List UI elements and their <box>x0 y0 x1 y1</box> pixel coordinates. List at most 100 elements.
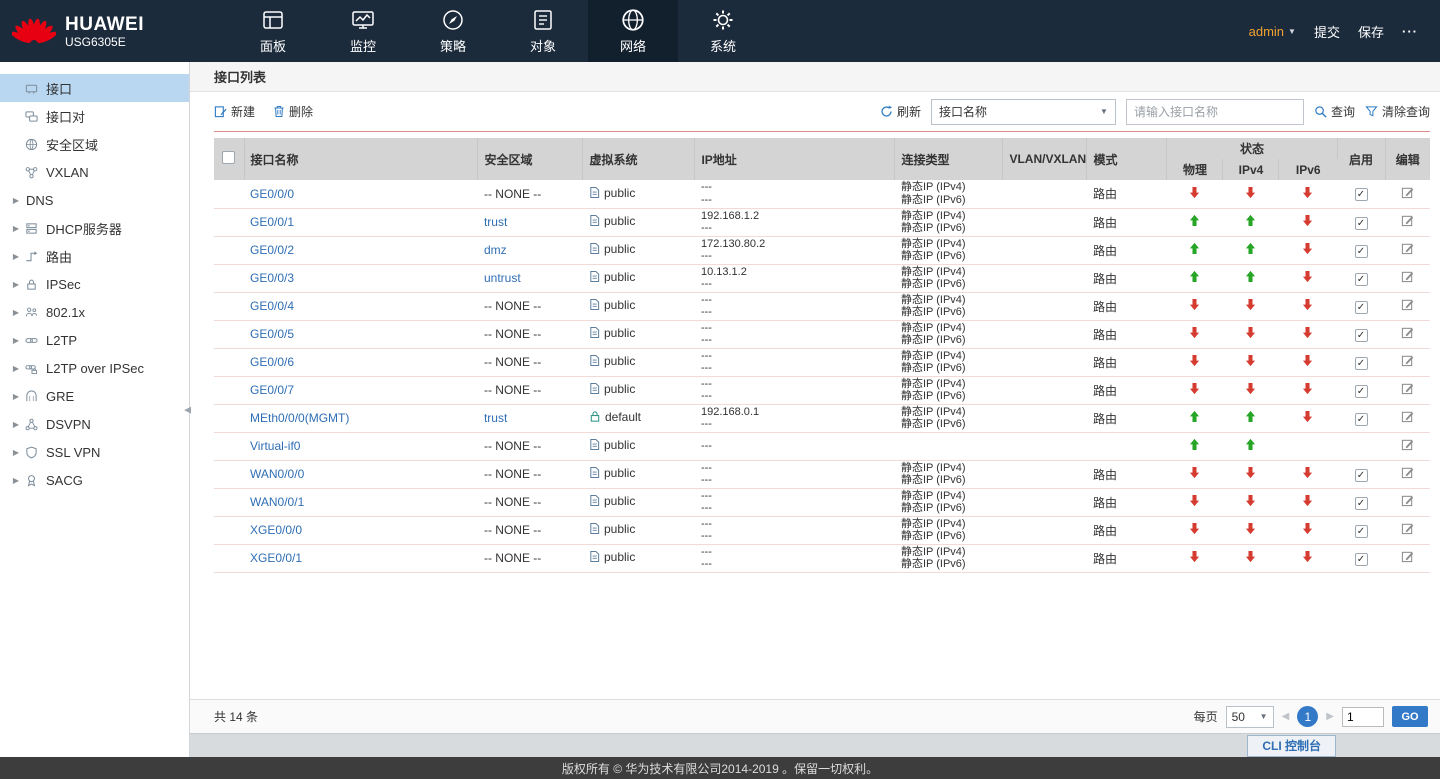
enable-checkbox[interactable]: ✓ <box>1354 188 1368 202</box>
sidebar-item-dot1x[interactable]: ▶ 802.1x <box>0 298 189 326</box>
enable-checkbox[interactable]: ✓ <box>1354 216 1368 230</box>
enable-checkbox[interactable]: ✓ <box>1354 412 1368 426</box>
route-icon <box>24 250 39 263</box>
submit-button[interactable]: 提交 <box>1314 22 1340 41</box>
enable-checkbox[interactable]: ✓ <box>1354 524 1368 538</box>
zone-link[interactable]: untrust <box>484 271 521 285</box>
more-menu-button[interactable]: ··· <box>1402 24 1418 39</box>
prev-page-icon[interactable]: ◀ <box>1282 711 1290 722</box>
edit-icon[interactable] <box>1401 270 1414 283</box>
edit-icon[interactable] <box>1401 550 1414 563</box>
nav-item-network[interactable]: 网络 <box>588 0 678 62</box>
interface-name-link[interactable]: Virtual-if0 <box>250 439 300 453</box>
per-page-select[interactable]: 50 ▼ <box>1225 705 1274 728</box>
interface-name-link[interactable]: GE0/0/3 <box>250 271 294 285</box>
select-all-checkbox[interactable] <box>222 151 236 164</box>
interface-name-link[interactable]: GE0/0/2 <box>250 243 294 257</box>
filter-field-select[interactable]: 接口名称 ▼ <box>930 98 1116 125</box>
page-goto-input[interactable] <box>1342 706 1384 727</box>
enable-checkbox[interactable]: ✓ <box>1354 496 1368 510</box>
edit-icon[interactable] <box>1401 326 1414 339</box>
sidebar-collapse-icon[interactable]: ◀ <box>184 404 191 415</box>
edit-icon[interactable] <box>1401 438 1414 451</box>
interface-name-link[interactable]: XGE0/0/1 <box>250 551 302 565</box>
enable-checkbox[interactable]: ✓ <box>1354 300 1368 314</box>
ipv4-status-cell <box>1222 348 1279 377</box>
vlan-cell <box>1002 488 1087 517</box>
connection-type-cell: 静态IP (IPv4) 静态IP (IPv6) <box>894 236 1003 265</box>
edit-icon[interactable] <box>1401 494 1414 507</box>
interface-search-input[interactable] <box>1125 98 1304 125</box>
sidebar-item-route[interactable]: ▶ 路由 <box>0 242 189 270</box>
edit-icon[interactable] <box>1401 522 1414 535</box>
edit-icon[interactable] <box>1401 242 1414 255</box>
zone-link[interactable]: dmz <box>484 243 507 257</box>
row-select-cell <box>214 180 244 209</box>
delete-button[interactable]: 删除 <box>273 103 313 120</box>
clear-query-button[interactable]: 清除查询 <box>1365 103 1430 120</box>
sidebar-item-ipsec[interactable]: ▶ IPSec <box>0 270 189 298</box>
sidebar-item-dsvpn[interactable]: ▶ DSVPN <box>0 410 189 438</box>
cli-console-button[interactable]: CLI 控制台 <box>1247 734 1336 757</box>
nav-item-label: 策略 <box>439 39 466 54</box>
edit-icon[interactable] <box>1401 214 1414 227</box>
expand-arrow-icon: ▶ <box>12 447 20 457</box>
enable-checkbox[interactable]: ✓ <box>1354 328 1368 342</box>
go-button[interactable]: GO <box>1392 706 1428 727</box>
sidebar-item-interface-pair[interactable]: 接口对 <box>0 102 189 130</box>
user-menu[interactable]: admin ▼ <box>1249 24 1296 39</box>
interface-name-link[interactable]: GE0/0/0 <box>250 187 294 201</box>
enable-checkbox[interactable]: ✓ <box>1354 244 1368 258</box>
enable-checkbox[interactable]: ✓ <box>1354 552 1368 566</box>
query-button[interactable]: 查询 <box>1314 103 1355 120</box>
sidebar-item-interface[interactable]: 接口 <box>0 74 189 102</box>
next-page-icon[interactable]: ▶ <box>1326 711 1334 722</box>
sidebar-item-ssl-vpn[interactable]: ▶ SSL VPN <box>0 438 189 466</box>
interface-name-link[interactable]: GE0/0/6 <box>250 355 294 369</box>
nav-item-policy[interactable]: 策略 <box>408 0 498 62</box>
zone-link[interactable]: trust <box>484 411 507 425</box>
sidebar-item-dns[interactable]: ▶ DNS <box>0 186 189 214</box>
nav-item-monitor[interactable]: 监控 <box>318 0 408 62</box>
edit-icon[interactable] <box>1401 298 1414 311</box>
zone-link[interactable]: trust <box>484 215 507 229</box>
up-arrow-icon <box>1245 438 1256 451</box>
interface-name-link[interactable]: GE0/0/5 <box>250 327 294 341</box>
current-page-button[interactable]: 1 <box>1297 706 1319 727</box>
enable-checkbox[interactable]: ✓ <box>1354 356 1368 370</box>
interface-name-link[interactable]: WAN0/0/1 <box>250 495 304 509</box>
col-mode: 模式 <box>1086 138 1168 180</box>
nav-item-object[interactable]: 对象 <box>498 0 588 62</box>
edit-icon[interactable] <box>1401 410 1414 423</box>
nav-item-system[interactable]: 系统 <box>678 0 768 62</box>
enable-checkbox[interactable]: ✓ <box>1354 272 1368 286</box>
edit-icon[interactable] <box>1401 466 1414 479</box>
top-navbar: HUAWEI USG6305E 面板 监控 策略 对象 网络 系统 admin ▼ 提交 … <box>0 0 1440 62</box>
interface-name-link[interactable]: GE0/0/7 <box>250 383 294 397</box>
edit-icon[interactable] <box>1401 354 1414 367</box>
sidebar-item-l2tp-over-ipsec[interactable]: ▶ L2TP over IPSec <box>0 354 189 382</box>
sidebar-item-security-zone[interactable]: 安全区域 <box>0 130 189 158</box>
enable-checkbox[interactable]: ✓ <box>1354 468 1368 482</box>
nav-item-dashboard[interactable]: 面板 <box>228 0 318 62</box>
enable-checkbox[interactable]: ✓ <box>1354 384 1368 398</box>
interface-name-link[interactable]: MEth0/0/0(MGMT) <box>250 411 349 425</box>
interface-name-link[interactable]: XGE0/0/0 <box>250 523 302 537</box>
new-button[interactable]: 新建 <box>214 103 255 120</box>
interface-name-link[interactable]: WAN0/0/0 <box>250 467 304 481</box>
sidebar-item-l2tp[interactable]: ▶ L2TP <box>0 326 189 354</box>
sidebar-item-dhcp-server[interactable]: ▶ DHCP服务器 <box>0 214 189 242</box>
edit-icon[interactable] <box>1401 382 1414 395</box>
save-button[interactable]: 保存 <box>1358 22 1384 41</box>
ipv4-status-cell <box>1222 292 1279 321</box>
sidebar-item-vxlan[interactable]: VXLAN <box>0 158 189 186</box>
sidebar-item-gre[interactable]: ▶ GRE <box>0 382 189 410</box>
vxlan-icon <box>24 166 39 179</box>
interface-name-link[interactable]: GE0/0/4 <box>250 299 294 313</box>
interface-name-link[interactable]: GE0/0/1 <box>250 215 294 229</box>
up-arrow-icon <box>1189 242 1200 255</box>
edit-icon[interactable] <box>1401 186 1414 199</box>
refresh-button[interactable]: 刷新 <box>880 103 921 120</box>
search-icon <box>1314 105 1327 118</box>
sidebar-item-sacg[interactable]: ▶ SACG <box>0 466 189 494</box>
